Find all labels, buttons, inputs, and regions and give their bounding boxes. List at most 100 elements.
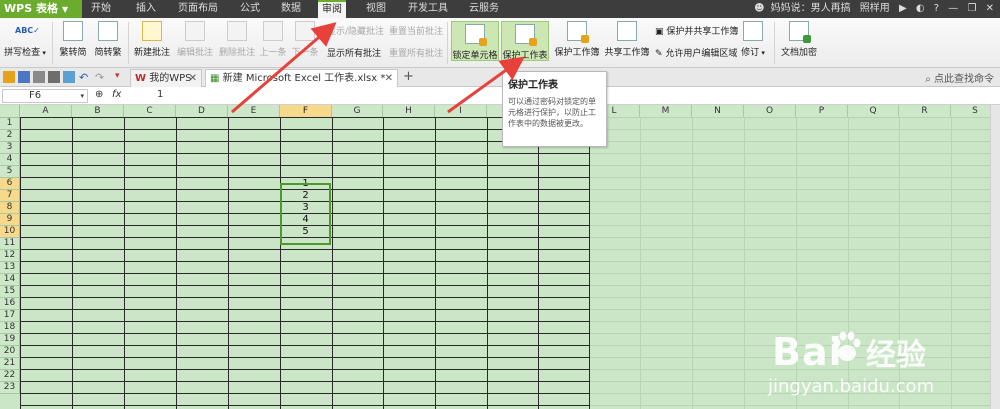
name-box[interactable]: F6 ▾ xyxy=(2,89,88,103)
reset-current-comment-button[interactable]: 重置当前批注 xyxy=(389,24,443,37)
redo-icon[interactable]: ↷ xyxy=(95,71,107,84)
add-tab-button[interactable]: + xyxy=(403,69,414,84)
menu-data[interactable]: 数据 xyxy=(281,0,301,18)
fx-button[interactable]: fx xyxy=(112,89,121,100)
row-header-4[interactable]: 4 xyxy=(0,154,20,166)
show-hide-comment-button[interactable]: 显示/隐藏批注 xyxy=(327,24,384,37)
zoom-icon[interactable]: ⊕ xyxy=(95,89,103,100)
tab-my-wps[interactable]: W 我的WPS ✕ xyxy=(130,69,202,87)
close-tab-icon[interactable]: ✕ xyxy=(189,70,197,87)
menu-view[interactable]: 视图 xyxy=(366,0,386,18)
cell-ref: F6 xyxy=(29,90,42,101)
menu-developer[interactable]: 开发工具 xyxy=(408,0,448,18)
app-menu-button[interactable]: WPS 表格 ▼ xyxy=(0,0,82,18)
row-header-22[interactable]: 22 xyxy=(0,370,20,382)
to-traditional-button[interactable]: 繁转简 xyxy=(57,21,89,58)
show-all-comments-button[interactable]: 显示所有批注 xyxy=(327,46,381,59)
row-header-18[interactable]: 18 xyxy=(0,322,20,334)
restore-icon[interactable]: ❐ xyxy=(967,3,976,14)
row-header-19[interactable]: 19 xyxy=(0,334,20,346)
edit-comment-button[interactable]: 编辑批注 xyxy=(174,21,216,58)
protect-sheet-button[interactable]: 保护工作表 xyxy=(501,21,549,61)
vertical-scrollbar[interactable] xyxy=(990,105,1000,409)
protect-share-icon: ▣ xyxy=(655,27,667,37)
grid-hline-light xyxy=(589,261,1000,262)
row-header-3[interactable]: 3 xyxy=(0,142,20,154)
menu-cloud[interactable]: 云服务 xyxy=(469,0,499,18)
row-header-21[interactable]: 21 xyxy=(0,358,20,370)
row-header-6[interactable]: 6 xyxy=(0,178,20,190)
revise-label: 修订 xyxy=(741,48,760,58)
open-icon[interactable] xyxy=(3,71,15,83)
close-icon[interactable]: ✕ xyxy=(986,3,994,14)
grid-vline xyxy=(538,118,539,409)
share-workbook-button[interactable]: 共享工作簿 xyxy=(603,21,651,58)
grid-vline-light xyxy=(692,118,693,409)
row-header-14[interactable]: 14 xyxy=(0,274,20,286)
row-header-7[interactable]: 7 xyxy=(0,190,20,202)
row-header-13[interactable]: 13 xyxy=(0,262,20,274)
next-comment-button[interactable]: 下一条 xyxy=(289,21,321,58)
row-header-8[interactable]: 8 xyxy=(0,202,20,214)
skin-icon[interactable]: ◐ xyxy=(916,3,925,14)
play-icon[interactable]: ▶ xyxy=(899,3,907,14)
row-header-2[interactable]: 2 xyxy=(0,130,20,142)
save-icon[interactable] xyxy=(18,71,30,83)
close-tab-icon[interactable]: ✕ xyxy=(385,70,393,87)
prev-comment-button[interactable]: 上一条 xyxy=(257,21,289,58)
to-simplified-button[interactable]: 简转繁 xyxy=(91,21,125,58)
row-header-23[interactable]: 23 xyxy=(0,382,20,394)
row-header-15[interactable]: 15 xyxy=(0,286,20,298)
tabs-bar: ↶ ↷ ▾ W 我的WPS ✕ ▦ 新建 Microsoft Excel 工作表… xyxy=(0,68,1000,87)
allow-edit-range-button[interactable]: ✎ 允许用户编辑区域 xyxy=(655,46,737,59)
delete-comment-label: 删除批注 xyxy=(218,48,255,58)
row-header-10[interactable]: 10 xyxy=(0,226,20,238)
ribbon-separator xyxy=(774,22,775,64)
formula-input[interactable]: 1 xyxy=(157,89,163,100)
user-text[interactable]: 妈妈说：男人再搞 xyxy=(771,3,851,14)
select-all-corner[interactable] xyxy=(0,105,20,118)
row-header-16[interactable]: 16 xyxy=(0,298,20,310)
sheet-file-icon: ▦ xyxy=(210,73,220,84)
spell-check-label: 拼写检查 xyxy=(4,48,41,58)
menu-page-layout[interactable]: 页面布局 xyxy=(178,0,218,18)
grid-hline-light xyxy=(589,117,1000,118)
row-header-12[interactable]: 12 xyxy=(0,250,20,262)
row-header-20[interactable]: 20 xyxy=(0,346,20,358)
grid-hline-light xyxy=(589,273,1000,274)
row-header-1[interactable]: 1 xyxy=(0,118,20,130)
tab-file[interactable]: ▦ 新建 Microsoft Excel 工作表.xlsx * ✕ xyxy=(205,69,398,87)
delete-comment-button[interactable]: 删除批注 xyxy=(216,21,258,58)
revise-button[interactable]: 修订 ▾ xyxy=(738,21,768,58)
menu-formula[interactable]: 公式 xyxy=(240,0,260,18)
row-header-11[interactable]: 11 xyxy=(0,238,20,250)
reset-all-comments-button[interactable]: 重置所有批注 xyxy=(389,46,443,59)
print-icon[interactable] xyxy=(48,71,60,83)
grid-hline xyxy=(20,333,589,334)
doc-encrypt-button[interactable]: 文档加密 xyxy=(779,21,819,58)
row-header-9[interactable]: 9 xyxy=(0,214,20,226)
lock-cell-button[interactable]: 锁定单元格 xyxy=(451,21,499,61)
row-header-5[interactable]: 5 xyxy=(0,166,20,178)
help-icon[interactable]: ? xyxy=(934,3,939,14)
spell-check-button[interactable]: ABC✓ 拼写检查 ▾ xyxy=(3,21,47,58)
row-header-17[interactable]: 17 xyxy=(0,310,20,322)
print-preview-icon[interactable] xyxy=(63,71,75,83)
grid-hline xyxy=(20,381,589,382)
protect-and-share-button[interactable]: ▣ 保护并共享工作簿 xyxy=(655,24,738,37)
undo-icon[interactable]: ↶ xyxy=(79,71,91,84)
menu-insert[interactable]: 插入 xyxy=(136,0,156,18)
menu-review[interactable]: 审阅 xyxy=(318,0,346,18)
menu-home[interactable]: 开始 xyxy=(91,0,111,18)
skin-label[interactable]: 照样用 xyxy=(860,3,890,14)
grid-vline-light xyxy=(640,118,641,409)
customize-icon[interactable]: ▾ xyxy=(115,71,127,83)
minimize-icon[interactable]: — xyxy=(948,3,958,14)
protect-workbook-button[interactable]: 保护工作簿 xyxy=(553,21,601,58)
command-search[interactable]: ⌕ 点此查找命令 xyxy=(925,70,994,85)
new-comment-button[interactable]: 新建批注 xyxy=(131,21,173,58)
lock-cell-icon xyxy=(465,24,487,46)
export-pdf-icon[interactable] xyxy=(33,71,45,83)
grid-hline xyxy=(20,285,589,286)
user-icon[interactable]: ☻ xyxy=(754,3,764,14)
